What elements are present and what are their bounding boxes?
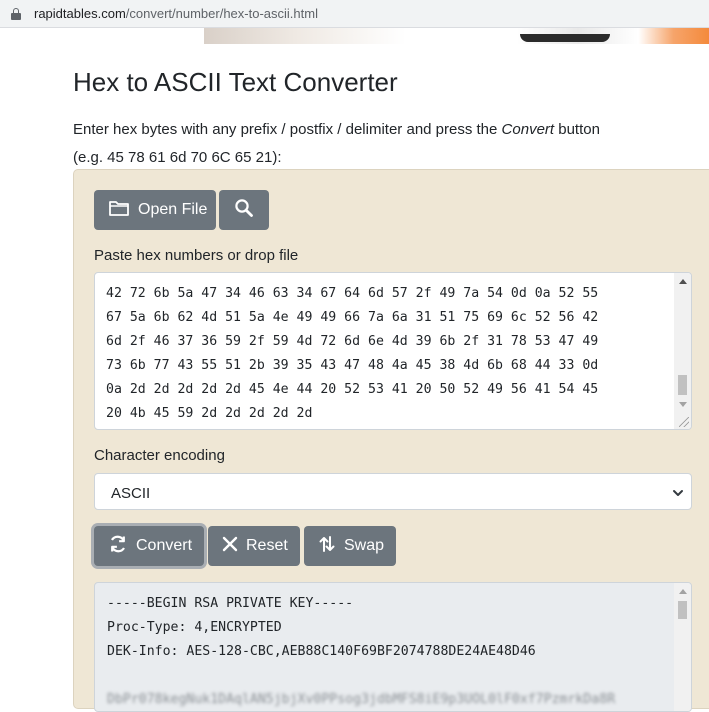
encoding-label: Character encoding: [94, 447, 225, 464]
url-text[interactable]: rapidtables.com/convert/number/hex-to-as…: [34, 6, 318, 21]
text-output-textarea[interactable]: -----BEGIN RSA PRIVATE KEY----- Proc-Type…: [94, 582, 692, 712]
hex-input-line: 42 72 6b 5a 47 34 46 63 34 67 64 6d 57 2…: [106, 286, 599, 301]
lock-icon[interactable]: [11, 8, 21, 20]
search-button[interactable]: [219, 190, 269, 230]
url-path: /convert/number/hex-to-ascii.html: [125, 6, 318, 21]
hex-input-textarea[interactable]: 42 72 6b 5a 47 34 46 63 34 67 64 6d 57 2…: [94, 272, 692, 430]
ad-banner-image[interactable]: [204, 28, 709, 44]
hex-input-line: 20 4b 45 59 2d 2d 2d 2d 2d: [106, 406, 313, 421]
encoding-selected-value: ASCII: [111, 485, 151, 502]
page-title: Hex to ASCII Text Converter: [73, 67, 398, 97]
ad-banner-device-image: [520, 34, 610, 42]
text-output-line: DbPr078kegNuk1DAqlAN5jbjXv0PPsog3jdbMFS8…: [107, 692, 616, 707]
browser-address-bar[interactable]: rapidtables.com/convert/number/hex-to-as…: [0, 0, 709, 28]
text-output-line: [107, 664, 615, 688]
close-icon: [222, 536, 238, 557]
hex-input-line: 6d 2f 46 37 36 59 2f 59 4d 72 6d 6e 4d 3…: [106, 334, 599, 349]
url-domain: rapidtables.com: [34, 6, 126, 21]
resize-grip-icon[interactable]: [679, 417, 689, 427]
scrollbar-thumb[interactable]: [678, 374, 687, 395]
scroll-up-arrow-icon[interactable]: [679, 589, 687, 594]
hex-input-line: 73 6b 77 43 55 51 2b 39 35 43 47 48 4a 4…: [106, 358, 599, 373]
search-icon: [234, 198, 254, 223]
reset-button[interactable]: Reset: [208, 526, 300, 566]
encoding-select[interactable]: ASCII: [94, 473, 692, 510]
hex-input-line: 0a 2d 2d 2d 2d 2d 45 4e 44 20 52 53 41 2…: [106, 382, 599, 397]
scrollbar-thumb[interactable]: [678, 601, 687, 619]
refresh-icon: [108, 534, 128, 559]
folder-icon: [108, 199, 130, 222]
convert-button[interactable]: Convert: [94, 526, 204, 566]
text-output-line: -----BEGIN RSA PRIVATE KEY-----: [107, 596, 354, 611]
swap-arrows-icon: [318, 535, 336, 558]
text-output-content: -----BEGIN RSA PRIVATE KEY----- Proc-Type…: [107, 592, 616, 711]
example-text: (e.g. 45 78 61 6d 70 6C 65 21):: [73, 149, 282, 166]
scroll-down-arrow-icon[interactable]: [679, 402, 687, 407]
hex-input-scrollbar[interactable]: [674, 273, 691, 429]
hex-input-line: 67 5a 6b 62 4d 51 5a 4e 49 49 66 7a 6a 3…: [106, 310, 599, 325]
instructions-text: Enter hex bytes with any prefix / postfi…: [73, 121, 600, 138]
swap-button[interactable]: Swap: [304, 526, 396, 566]
open-file-button[interactable]: Open File: [94, 190, 216, 230]
convert-label: Convert: [136, 537, 193, 554]
scroll-up-arrow-icon[interactable]: [679, 279, 687, 284]
text-output-line: Proc-Type: 4,ENCRYPTED: [107, 620, 282, 635]
hex-input-content: 42 72 6b 5a 47 34 46 63 34 67 64 6d 57 2…: [106, 282, 598, 426]
chevron-down-icon: [672, 486, 684, 498]
open-file-label: Open File: [138, 201, 208, 218]
output-scrollbar[interactable]: [674, 583, 691, 711]
reset-label: Reset: [246, 537, 288, 554]
text-output-line: DEK-Info: AES-128-CBC,AEB88C140F69BF2074…: [107, 644, 536, 659]
swap-label: Swap: [344, 537, 385, 554]
hex-input-label: Paste hex numbers or drop file: [94, 247, 299, 264]
page-description: Enter hex bytes with any prefix / postfi…: [73, 116, 600, 172]
